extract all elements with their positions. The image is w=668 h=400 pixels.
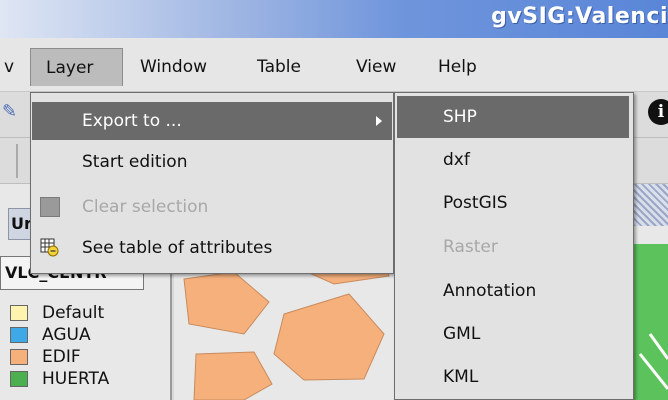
info-icon[interactable]: i [648, 99, 668, 125]
legend-label: EDIF [42, 347, 81, 367]
menu-bar: v Layer Window Table View Help [0, 38, 668, 92]
selection-icon [40, 197, 60, 217]
menu-item-start-edition[interactable]: Start edition [32, 143, 392, 181]
legend-swatch [10, 349, 28, 365]
legend-label: HUERTA [42, 369, 110, 389]
window-title: gvSIG:Valenci [491, 4, 668, 29]
menu-item-partial[interactable]: v [0, 48, 18, 86]
submenu-item-dxf[interactable]: dxf [397, 139, 629, 181]
table-icon [40, 238, 59, 257]
submenu-item-label: KML [443, 367, 479, 387]
tool-icon[interactable]: ✎ [2, 102, 18, 122]
submenu-item-label: dxf [443, 150, 470, 170]
menu-layer[interactable]: Layer [30, 48, 123, 86]
title-bar: gvSIG:Valenci [0, 0, 668, 38]
menu-table[interactable]: Table [257, 48, 301, 86]
menu-item-label: Export to ... [82, 111, 182, 131]
menu-item-see-table[interactable]: See table of attributes [32, 229, 392, 267]
submenu-arrow-icon [376, 116, 382, 126]
legend-swatch [10, 371, 28, 387]
layer-menu: Export to ... Start edition Clear select… [30, 92, 394, 274]
menu-item-label: Start edition [82, 152, 188, 172]
submenu-item-kml[interactable]: KML [397, 356, 629, 398]
menu-item-export-to[interactable]: Export to ... [32, 102, 392, 140]
submenu-item-postgis[interactable]: PostGIS [397, 182, 629, 224]
submenu-item-annotation[interactable]: Annotation [397, 270, 629, 312]
submenu-item-gml[interactable]: GML [397, 313, 629, 355]
menu-window[interactable]: Window [140, 48, 207, 86]
submenu-item-label: Raster [443, 237, 498, 257]
legend-label: Default [42, 303, 105, 323]
menu-item-label: See table of attributes [82, 238, 273, 258]
submenu-item-label: Annotation [443, 281, 537, 301]
legend-swatch [10, 327, 28, 343]
submenu-item-label: PostGIS [443, 193, 508, 213]
map-green-area [634, 244, 668, 400]
legend-swatch [10, 305, 28, 321]
submenu-item-shp[interactable]: SHP [397, 96, 629, 138]
menu-help[interactable]: Help [438, 48, 477, 86]
submenu-item-raster[interactable]: Raster [397, 226, 629, 268]
submenu-item-label: SHP [443, 107, 477, 127]
menu-item-clear-selection[interactable]: Clear selection [32, 188, 392, 226]
legend-label: AGUA [42, 325, 91, 345]
submenu-item-label: GML [443, 324, 481, 344]
menu-item-label: Clear selection [82, 197, 209, 217]
menu-view[interactable]: View [356, 48, 396, 86]
export-submenu: SHP dxf PostGIS Raster Annotation GML KM… [394, 92, 634, 400]
toolbar-separator [16, 144, 18, 178]
